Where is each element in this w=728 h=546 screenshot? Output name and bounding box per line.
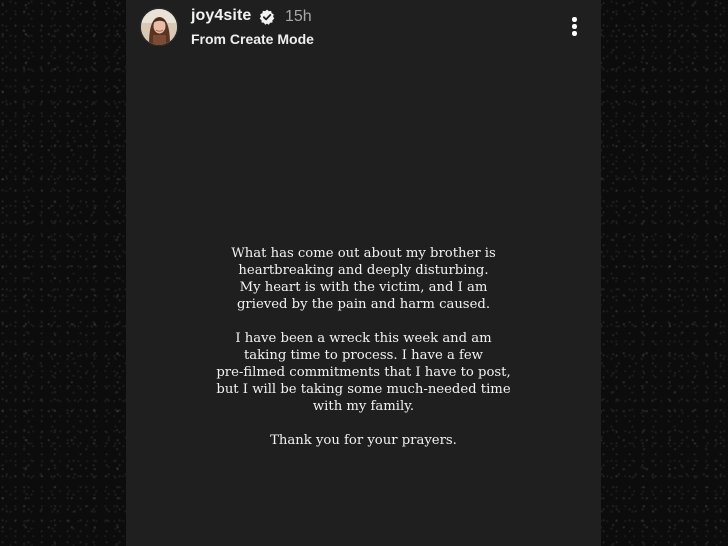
- more-options-icon-dot-1: [572, 17, 577, 22]
- username[interactable]: joy4site: [191, 7, 251, 25]
- statement-line: I have been a wreck this week and am: [235, 331, 492, 346]
- statement-paragraph-1: What has come out about my brother is he…: [126, 245, 601, 313]
- statement-line: heartbreaking and deeply disturbing.: [238, 263, 489, 278]
- statement-line: What has come out about my brother is: [231, 246, 496, 261]
- story-card: joy4site 15h From Create Mode What has c…: [126, 0, 601, 546]
- more-options-icon-dot-2: [572, 24, 577, 29]
- right-backdrop-noise: [601, 0, 728, 546]
- statement-line: Thank you for your prayers.: [270, 433, 457, 448]
- statement-line: but I will be taking some much-needed ti…: [216, 382, 511, 397]
- statement-paragraph-3: Thank you for your prayers.: [126, 432, 601, 449]
- statement-line: pre-filmed commitments that I have to po…: [216, 365, 511, 380]
- statement-line: grieved by the pain and harm caused.: [236, 297, 491, 312]
- statement-paragraph-2: I have been a wreck this week and am tak…: [126, 330, 601, 415]
- post-timestamp: 15h: [285, 8, 312, 25]
- verified-badge-icon: [259, 9, 275, 25]
- more-options-icon-dot-3: [572, 31, 577, 36]
- story-header: joy4site 15h From Create Mode: [126, 0, 601, 56]
- avatar-photo-icon: [141, 9, 177, 45]
- story-viewer-page: joy4site 15h From Create Mode What has c…: [0, 0, 728, 546]
- story-statement-text: What has come out about my brother is he…: [126, 245, 601, 466]
- profile-avatar[interactable]: [141, 9, 177, 45]
- statement-line: taking time to process. I have a few: [244, 348, 483, 363]
- left-backdrop-noise: [0, 0, 126, 546]
- story-source-label: From Create Mode: [191, 31, 314, 47]
- statement-line: My heart is with the victim, and I am: [239, 280, 488, 295]
- more-options-button[interactable]: [566, 14, 582, 38]
- statement-line: with my family.: [312, 399, 415, 414]
